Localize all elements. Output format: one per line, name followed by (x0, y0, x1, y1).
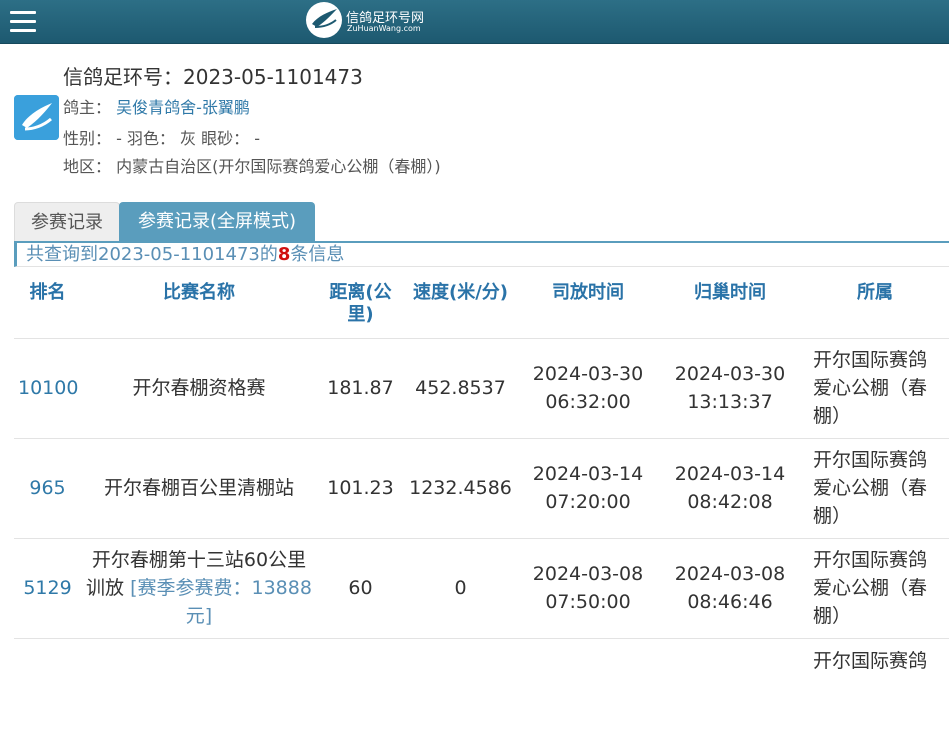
return-clock: 08:46:46 (687, 591, 773, 613)
loft-cell: 开尔国际赛鸽爱心公棚（春棚） (801, 537, 949, 638)
distance-cell: 101.23 (317, 437, 404, 538)
loft-cell: 开尔国际赛鸽 (801, 637, 949, 738)
pigeon-logo-icon (306, 2, 342, 38)
rank-cell: 5129 (14, 537, 81, 638)
return-date: 2024-03-08 (674, 563, 786, 585)
return-date: 2024-03-14 (674, 463, 786, 485)
release-date: 2024-03-14 (532, 463, 644, 485)
speed-cell: 1232.4586 (404, 437, 517, 538)
distance-cell (317, 637, 404, 738)
table-header-row: 排名 比赛名称 距离(公里) 速度(米/分) 司放时间 归巢时间 所属 (14, 270, 949, 338)
result-count: 8 (277, 244, 291, 265)
season-fee-link[interactable]: [赛季参赛费：13888元] (130, 577, 312, 627)
rank-cell (14, 637, 81, 738)
column-header-speed[interactable]: 速度(米/分) (404, 270, 517, 338)
owner-link[interactable]: 吴俊青鸽舍-张翼鹏 (116, 98, 250, 117)
release-time-cell: 2024-03-14 07:20:00 (517, 437, 659, 538)
menu-line (10, 20, 36, 23)
speed-cell: 452.8537 (404, 337, 517, 438)
loft-cell: 开尔国际赛鸽爱心公棚（春棚） (801, 437, 949, 538)
return-time-cell (659, 637, 801, 738)
return-time-cell: 2024-03-30 13:13:37 (659, 337, 801, 438)
column-header-distance[interactable]: 距离(公里) (317, 270, 404, 338)
menu-line (10, 11, 36, 14)
column-header-rank[interactable]: 排名 (14, 270, 81, 338)
region-row: 地区： 内蒙古自治区(开尔国际赛鸽爱心公棚（春棚）) (63, 153, 441, 177)
race-records-table: 排名 比赛名称 距离(公里) 速度(米/分) 司放时间 归巢时间 所属 1010… (14, 270, 949, 738)
speed-cell: 0 (404, 537, 517, 638)
race-name-cell (81, 637, 317, 738)
column-header-release-time[interactable]: 司放时间 (517, 270, 659, 338)
ring-label: 信鸽足环号： (63, 65, 183, 89)
menu-line (10, 29, 36, 32)
race-name-cell: 开尔春棚百公里清棚站 (81, 437, 317, 538)
distance-cell: 181.87 (317, 337, 404, 438)
distance-cell: 60 (317, 537, 404, 638)
column-header-return-time[interactable]: 归巢时间 (659, 270, 801, 338)
column-header-race-name[interactable]: 比赛名称 (81, 270, 317, 338)
summary-prefix: 共查询到2023-05-1101473的 (26, 244, 278, 265)
race-name-cell: 开尔春棚第十三站60公里训放 [赛季参赛费：13888元] (81, 537, 317, 638)
return-clock: 08:42:08 (687, 491, 773, 513)
return-clock: 13:13:37 (687, 391, 773, 413)
release-time-cell (517, 637, 659, 738)
table-row[interactable]: 5129 开尔春棚第十三站60公里训放 [赛季参赛费：13888元] 60 0 … (14, 537, 949, 638)
release-clock: 06:32:00 (545, 391, 631, 413)
ring-number: 2023-05-1101473 (183, 65, 363, 89)
summary-suffix: 条信息 (290, 244, 345, 265)
release-date: 2024-03-30 (532, 363, 644, 385)
region-label: 地区： (63, 157, 112, 176)
race-name-cell: 开尔春棚资格赛 (81, 337, 317, 438)
tab-race-records[interactable]: 参赛记录 (14, 202, 120, 243)
pigeon-avatar-icon (14, 95, 59, 140)
column-header-loft[interactable]: 所属 (801, 270, 949, 338)
owner-row: 鸽主： 吴俊青鸽舍-张翼鹏 (63, 94, 250, 118)
release-date: 2024-03-08 (532, 563, 644, 585)
logo-subtitle: ZuHuanWang.com (347, 24, 421, 33)
table-row[interactable]: 965 开尔春棚百公里清棚站 101.23 1232.4586 2024-03-… (14, 437, 949, 538)
speed-cell (404, 637, 517, 738)
region-value: 内蒙古自治区(开尔国际赛鸽爱心公棚（春棚）) (116, 157, 441, 176)
ring-number-title: 信鸽足环号：2023-05-1101473 (63, 61, 363, 90)
loft-cell: 开尔国际赛鸽爱心公棚（春棚） (801, 337, 949, 438)
release-time-cell: 2024-03-08 07:50:00 (517, 537, 659, 638)
return-time-cell: 2024-03-08 08:46:46 (659, 537, 801, 638)
release-time-cell: 2024-03-30 06:32:00 (517, 337, 659, 438)
rank-cell: 10100 (14, 337, 81, 438)
rank-cell: 965 (14, 437, 81, 538)
top-bar: 信鸽足环号网 ZuHuanWang.com (0, 0, 949, 44)
results-summary: 共查询到2023-05-1101473的8条信息 (14, 243, 949, 267)
return-time-cell: 2024-03-14 08:42:08 (659, 437, 801, 538)
site-logo[interactable]: 信鸽足环号网 ZuHuanWang.com (306, 2, 436, 40)
attributes-row: 性别： - 羽色： 灰 眼砂： - (63, 129, 260, 148)
owner-label: 鸽主： (63, 98, 112, 117)
release-clock: 07:50:00 (545, 591, 631, 613)
table-row[interactable]: 开尔国际赛鸽 (14, 637, 949, 738)
table-row[interactable]: 10100 开尔春棚资格赛 181.87 452.8537 2024-03-30… (14, 337, 949, 438)
release-clock: 07:20:00 (545, 491, 631, 513)
tab-race-records-fullscreen[interactable]: 参赛记录(全屏模式) (119, 202, 315, 242)
hamburger-menu-icon[interactable] (10, 9, 37, 35)
return-date: 2024-03-30 (674, 363, 786, 385)
